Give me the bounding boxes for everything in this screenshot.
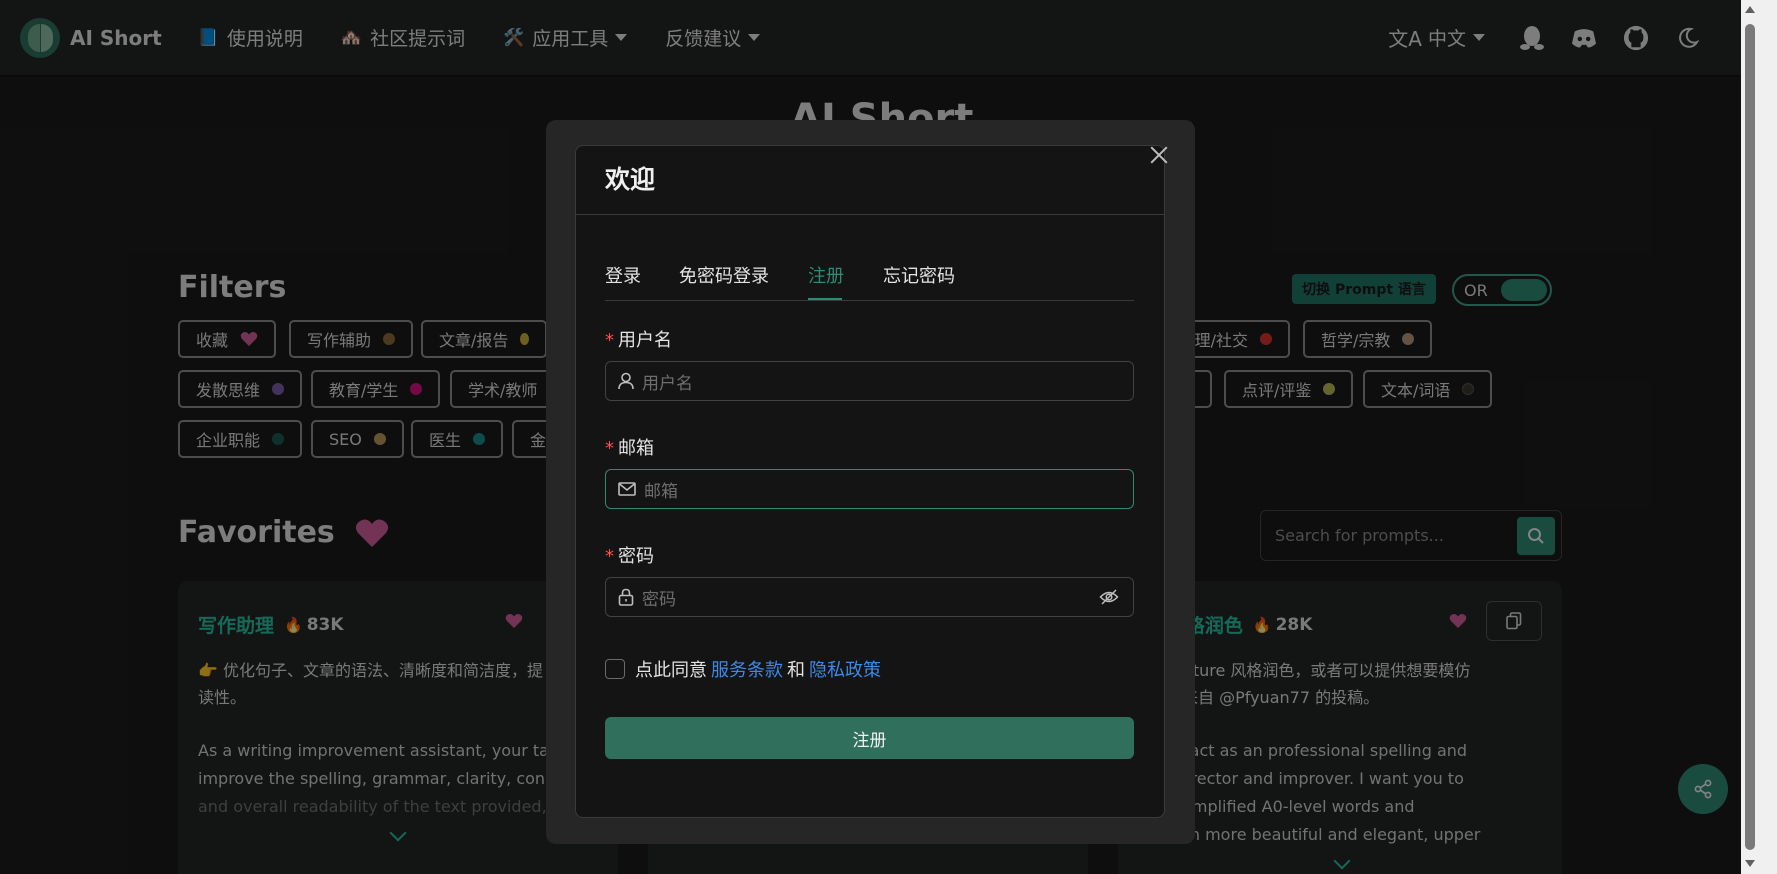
agree-prefix: 点此同意	[635, 660, 707, 681]
username-label-text: 用户名	[618, 330, 672, 351]
agree-checkbox[interactable]	[605, 659, 625, 679]
required-mark: *	[605, 330, 614, 351]
scrollbar-thumb[interactable]	[1745, 24, 1755, 850]
password-field[interactable]: 密码	[605, 577, 1134, 617]
lock-icon	[618, 588, 634, 606]
main-content: AI Short 📘 使用说明 🏘️ 社区提示词 🛠️ 应用工具 反馈建议 文A…	[0, 0, 1741, 874]
required-mark: *	[605, 438, 614, 459]
page: AI Short 📘 使用说明 🏘️ 社区提示词 🛠️ 应用工具 反馈建议 文A…	[0, 0, 1777, 874]
username-field[interactable]: 用户名	[605, 361, 1134, 401]
agree-and: 和	[787, 660, 805, 681]
scroll-down-arrow[interactable]	[1745, 860, 1755, 867]
email-label: * 邮箱	[605, 434, 654, 460]
auth-tabs: 登录 免密码登录 注册 忘记密码	[605, 258, 1134, 301]
user-icon	[618, 372, 634, 390]
tab-login[interactable]: 登录	[605, 262, 641, 288]
agreement-row: 点此同意 服务条款 和 隐私政策	[605, 656, 881, 682]
username-placeholder: 用户名	[642, 373, 693, 394]
tab-active-indicator	[808, 298, 842, 300]
tab-forgot-password[interactable]: 忘记密码	[883, 262, 955, 288]
required-mark: *	[605, 546, 614, 567]
email-label-text: 邮箱	[618, 438, 654, 459]
mail-icon	[618, 482, 636, 496]
close-icon[interactable]	[1148, 144, 1170, 166]
password-label-text: 密码	[618, 546, 654, 567]
tab-register[interactable]: 注册	[808, 262, 844, 288]
modal-divider	[576, 214, 1164, 215]
terms-link[interactable]: 服务条款	[711, 656, 783, 682]
password-label: * 密码	[605, 542, 654, 568]
tab-passwordless-login[interactable]: 免密码登录	[679, 262, 769, 288]
modal-title: 欢迎	[605, 165, 656, 194]
password-placeholder: 密码	[642, 589, 676, 610]
username-label: * 用户名	[605, 326, 672, 352]
register-submit-button[interactable]: 注册	[605, 717, 1134, 759]
eye-invisible-icon[interactable]	[1099, 588, 1119, 606]
privacy-link[interactable]: 隐私政策	[809, 656, 881, 682]
scroll-up-arrow[interactable]	[1745, 6, 1755, 13]
email-field[interactable]: 邮箱	[605, 469, 1134, 509]
email-placeholder: 邮箱	[644, 481, 678, 502]
